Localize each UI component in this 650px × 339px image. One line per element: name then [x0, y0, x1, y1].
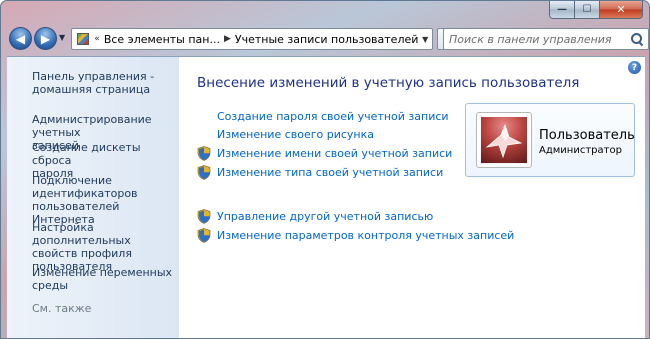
control-panel-icon [75, 31, 90, 47]
minimize-button[interactable]: — [549, 1, 575, 19]
uac-shield-icon [197, 209, 211, 224]
task-change-account-type[interactable]: Изменение типа своей учетной записи [217, 166, 443, 179]
sidebar-link-line: Изменение переменных [32, 266, 173, 279]
arrow-left-icon: ◀ [15, 31, 26, 46]
see-also-heading: См. также [32, 302, 92, 315]
user-account-card: Пользователь Администратор [465, 103, 635, 177]
origami-crane-picture-icon [481, 117, 527, 163]
crane-icon [485, 123, 523, 159]
sidebar-link-line: среды [32, 279, 69, 292]
page-title: Внесение изменений в учетную запись поль… [197, 75, 580, 91]
sidebar-link-line: Администрирование учетных [32, 113, 152, 139]
search-icon[interactable] [630, 32, 644, 46]
user-name: Пользователь [539, 128, 635, 143]
sidebar-link-control-panel-home[interactable]: Панель управления - домашняя страница [32, 70, 177, 96]
sidebar-link-line: Настройка дополнительных [32, 221, 131, 247]
task-change-picture[interactable]: Изменение своего рисунка [217, 128, 374, 141]
sidebar-link-line: Подключение [32, 174, 112, 187]
breadcrumb-overflow-icon[interactable]: « [94, 34, 100, 44]
task-change-uac-settings[interactable]: Изменение параметров контроля учетных за… [217, 229, 514, 242]
main-content: ? Внесение изменений в учетную запись по… [179, 56, 645, 338]
address-dropdown-icon[interactable]: ▼ [418, 35, 432, 44]
sidebar-link-online-ids[interactable]: Подключение идентификаторов пользователе… [32, 174, 177, 226]
recent-pages-dropdown[interactable]: ▼ [59, 33, 65, 42]
uac-shield-icon [197, 228, 211, 243]
window: — ☐ ✕ ◀ ▶ ▼ « Все элементы пан... ▶ Учет… [0, 0, 650, 339]
address-bar[interactable]: « Все элементы пан... ▶ Учетные записи п… [71, 28, 433, 50]
sidebar-link-line: домашняя страница [32, 83, 151, 96]
uac-shield-icon [197, 165, 211, 180]
task-manage-another-account[interactable]: Управление другой учетной записью [217, 210, 433, 223]
back-button[interactable]: ◀ [9, 27, 32, 50]
search-box[interactable] [443, 28, 649, 50]
task-change-name[interactable]: Изменение имени своей учетной записи [217, 147, 452, 160]
breadcrumb-separator-icon[interactable]: ▶ [224, 34, 231, 44]
search-input[interactable] [449, 32, 629, 46]
sidebar: Панель управления - домашняя страница Ад… [7, 56, 179, 338]
avatar[interactable] [476, 112, 532, 168]
user-role: Администратор [539, 145, 622, 156]
arrow-right-icon: ▶ [40, 31, 51, 46]
breadcrumb-user-accounts[interactable]: Учетные записи пользователей [235, 33, 419, 46]
task-create-password[interactable]: Создание пароля своей учетной записи [217, 110, 449, 123]
caption-buttons: — ☐ ✕ [549, 1, 643, 19]
forward-button[interactable]: ▶ [34, 27, 57, 50]
help-icon[interactable]: ? [628, 61, 641, 74]
uac-shield-icon [197, 146, 211, 161]
sidebar-link-line: идентификаторов [32, 187, 138, 200]
sidebar-link-environment-variables[interactable]: Изменение переменных среды [32, 266, 177, 292]
maximize-button[interactable]: ☐ [575, 1, 600, 19]
close-button[interactable]: ✕ [600, 1, 643, 19]
sidebar-link-line: Панель управления - [32, 70, 155, 83]
sidebar-link-line: Создание дискеты сброса [32, 141, 141, 167]
sidebar-link-line: свойств профиля [32, 247, 132, 260]
breadcrumb-control-panel-items[interactable]: Все элементы пан... [104, 33, 220, 46]
navigation-bar: ◀ ▶ ▼ « Все элементы пан... ▶ Учетные за… [7, 25, 649, 55]
